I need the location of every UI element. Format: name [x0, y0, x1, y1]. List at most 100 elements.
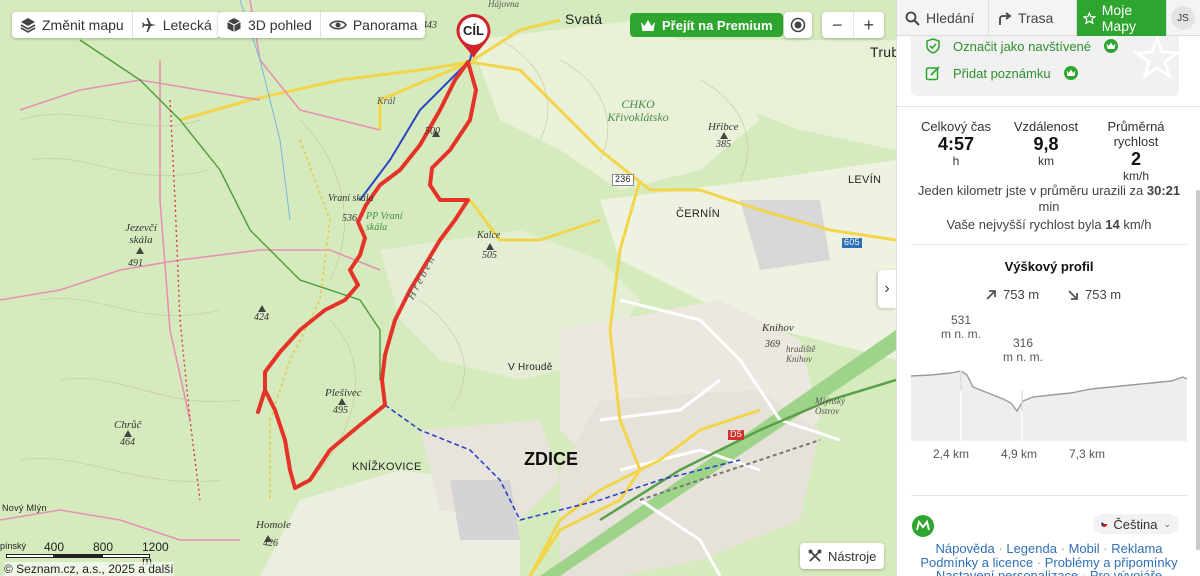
label-road-236: 236: [612, 174, 634, 186]
stat-distance-value: 9,8: [1033, 134, 1059, 154]
tab-search[interactable]: Hledání: [897, 0, 989, 36]
aerial-map-button[interactable]: Letecká: [131, 12, 220, 38]
max-elevation-value: 531: [950, 313, 972, 327]
label-novy-mlyn: Nový Mlýn: [2, 503, 47, 513]
star-icon: [1083, 10, 1096, 25]
chevron-down-icon: ⌄: [1163, 518, 1171, 529]
pace-note: Jeden kilometr jste v průměru urazili za…: [913, 183, 1185, 215]
label-mlynsky: Mlýnský Ostrov: [815, 396, 845, 416]
elevation-chart: [911, 361, 1187, 441]
tab-my-maps[interactable]: Moje Mapy: [1077, 0, 1167, 36]
panorama-button[interactable]: Panorama: [319, 12, 426, 38]
label-chko: CHKO Křivoklátsko: [607, 97, 669, 125]
label-369: 369: [765, 339, 780, 350]
view-mode-toolbar: 3D pohled Panorama: [218, 12, 426, 38]
link-ads[interactable]: Reklama: [1111, 541, 1162, 556]
link-separator: ·: [998, 541, 1003, 556]
stat-avg-speed-label: Průměrná rychlost: [1107, 119, 1165, 149]
panorama-label: Panorama: [352, 17, 418, 33]
max-elevation-label: 531 m n. m.: [941, 313, 981, 341]
add-note-label: Přidat poznámku: [953, 65, 1051, 81]
tools-icon: [808, 549, 822, 562]
label-491: 491: [128, 258, 143, 269]
stat-total-time-label: Celkový čas: [920, 119, 992, 134]
avatar[interactable]: JS: [1171, 6, 1195, 30]
3d-view-label: 3D pohled: [248, 17, 312, 33]
premium-button[interactable]: Přejít na Premium: [630, 13, 783, 37]
panel-footer: Čeština ⌄ Nápověda · Legenda · Mobil · R…: [911, 495, 1187, 576]
scale-label-400: 400: [44, 540, 65, 554]
label-kral: Král: [377, 96, 396, 107]
destination-pin[interactable]: CÍL: [455, 13, 492, 59]
czech-flag-icon: [1101, 521, 1108, 527]
tools-label: Nástroje: [828, 548, 877, 564]
label-424: 424: [254, 312, 269, 323]
tab-route[interactable]: Trasa: [989, 0, 1077, 36]
change-map-button[interactable]: Změnit mapu: [12, 12, 132, 38]
label-jezevci: Jezevčí skála: [125, 222, 157, 247]
label-505: 505: [482, 250, 497, 261]
mark-visited-label: Označit jako navštívené: [953, 38, 1092, 54]
copyright-text[interactable]: © Seznam.cz, a.s., 2025 a další: [4, 562, 174, 576]
scale-segment: [54, 554, 102, 558]
tools-button[interactable]: Nástroje: [800, 543, 885, 569]
locate-me-button[interactable]: [784, 12, 812, 38]
3d-view-button[interactable]: 3D pohled: [218, 12, 320, 38]
zoom-in-button[interactable]: +: [852, 12, 885, 38]
chevron-right-icon: ›: [884, 280, 890, 297]
min-elevation-label: 316 m n. m.: [1003, 336, 1043, 364]
zoom-out-button[interactable]: −: [822, 12, 853, 38]
max-speed-note: Vaše nejvyšší rychlost byla 14 km/h: [913, 217, 1185, 233]
link-mobile[interactable]: Mobil: [1069, 541, 1100, 556]
scale-segment: [6, 554, 54, 558]
label-cernin: ČERNÍN: [676, 208, 720, 220]
add-note-button[interactable]: Přidat poznámku: [925, 65, 1079, 81]
layers-icon: [20, 18, 36, 33]
crown-icon: [641, 19, 655, 31]
label-536: 536: [342, 213, 357, 224]
x-tick-2: 4,9 km: [1000, 447, 1037, 461]
label-svata: Svatá: [565, 11, 603, 27]
mark-visited-button[interactable]: Označit jako navštívené: [925, 38, 1119, 54]
label-d5: D5: [728, 429, 745, 440]
max-elevation-unit: m n. m.: [941, 327, 982, 341]
link-help[interactable]: Nápověda: [935, 541, 994, 556]
label-pp-vrani: PP Vraní skála: [366, 211, 403, 233]
panel-scrollbar[interactable]: [1196, 190, 1200, 550]
pace-text: Jeden kilometr jste v průměru urazili za: [917, 183, 1144, 198]
scale-left-label: pínský: [0, 541, 27, 551]
label-495: 495: [333, 405, 348, 416]
map-canvas[interactable]: Svatá Trub Král Hájovna 500 443 CHKO Kři…: [0, 0, 896, 576]
footer-links-row-1: Nápověda · Legenda · Mobil · Reklama: [911, 542, 1187, 556]
stat-distance-unit: km: [1038, 154, 1054, 168]
link-legend[interactable]: Legenda: [1006, 541, 1057, 556]
target-icon: [790, 17, 806, 33]
link-separator: ·: [1103, 541, 1108, 556]
stat-avg-speed-value: 2: [1130, 149, 1141, 169]
language-select[interactable]: Čeština ⌄: [1093, 514, 1179, 534]
map-terrain: [0, 0, 896, 576]
link-developers[interactable]: Pro vývojáře: [1090, 568, 1162, 576]
scale-bar: pínský 400 800 1200 m: [0, 540, 180, 568]
collapse-panel-button[interactable]: ›: [878, 270, 896, 308]
tab-search-label: Hledání: [926, 10, 975, 26]
label-road-605: 605: [842, 237, 862, 248]
stat-distance: Vzdálenost 9,8 km: [1001, 119, 1091, 168]
label-hribce: Hřibce: [708, 121, 739, 133]
label-trub: Trub: [870, 44, 896, 60]
side-panel: Hledání Trasa Moje Mapy JS Označit jako …: [896, 0, 1200, 576]
premium-badge-icon: [1104, 39, 1119, 53]
link-personalization[interactable]: Nastavení personalizace: [936, 568, 1078, 576]
ascent-arrow-icon: [986, 289, 996, 300]
label-464: 464: [120, 437, 135, 448]
language-label: Čeština: [1113, 516, 1158, 532]
shield-check-icon: [926, 38, 940, 54]
descent-arrow-icon: [1068, 289, 1078, 300]
change-map-label: Změnit mapu: [42, 17, 124, 33]
label-chruc: Chrůč: [114, 419, 142, 431]
label-kalce: Kalce: [477, 230, 501, 241]
label-v-hroude: V Hroudě: [508, 362, 553, 373]
label-knihov: Knihov: [762, 322, 794, 334]
label-zdice: ZDICE: [524, 449, 578, 469]
tab-my-maps-label: Moje Mapy: [1101, 2, 1136, 34]
